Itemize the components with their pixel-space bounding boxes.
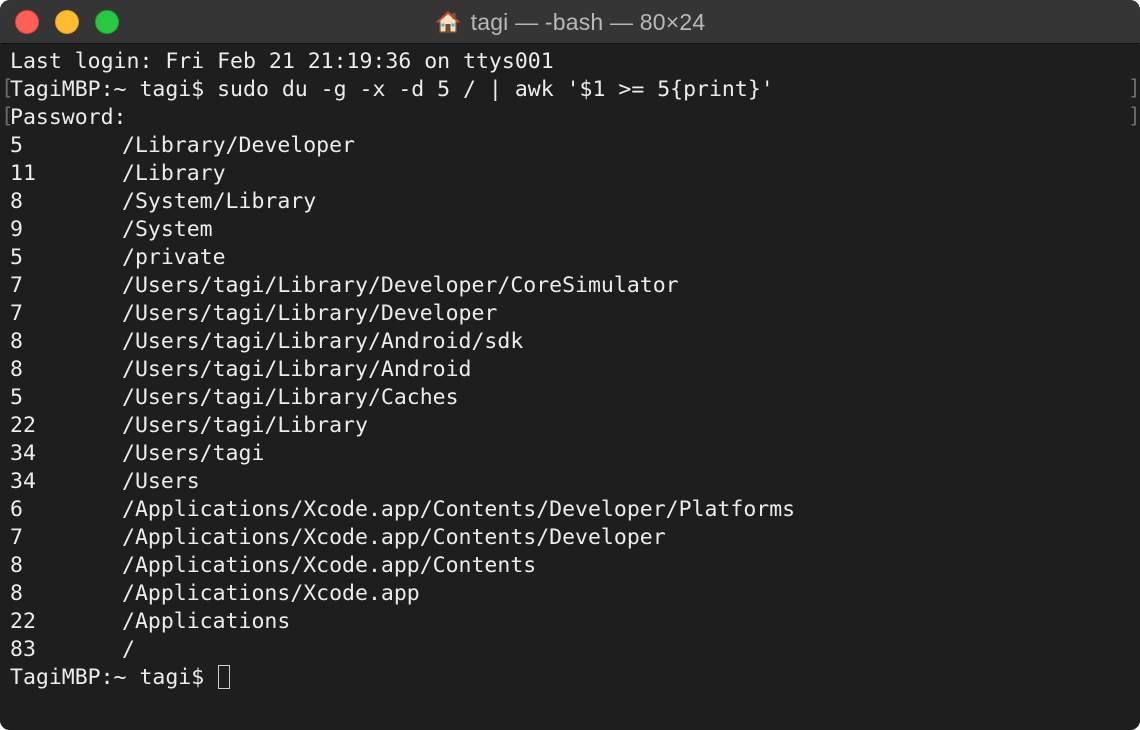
size-cell: 8: [10, 189, 23, 214]
size-cell: 8: [10, 329, 23, 354]
output-row: 22/Users/tagi/Library: [10, 412, 795, 440]
path-cell: /Applications/Xcode.app/Contents/Develop…: [122, 497, 796, 522]
size-cell: 8: [10, 357, 23, 382]
terminal-lines: Last login: Fri Feb 21 21:19:36 on ttys0…: [10, 48, 795, 692]
active-prompt-line[interactable]: TagiMBP:~ tagi$: [10, 664, 795, 692]
size-cell: 9: [10, 217, 23, 242]
title-bar[interactable]: tagi — -bash — 80×24: [0, 0, 1140, 44]
size-cell: 5: [10, 133, 23, 158]
text-cursor: [218, 665, 231, 689]
size-cell: 34: [10, 441, 36, 466]
password-prompt-line: Password:: [10, 105, 127, 130]
output-row: 5/Users/tagi/Library/Caches: [10, 384, 795, 412]
window-title: tagi — -bash — 80×24: [0, 0, 1140, 44]
size-cell: 11: [10, 161, 36, 186]
output-row: 7/Users/tagi/Library/Developer/CoreSimul…: [10, 272, 795, 300]
output-row: 5/private: [10, 244, 795, 272]
size-cell: 34: [10, 469, 36, 494]
output-row: 8/Users/tagi/Library/Android/sdk: [10, 328, 795, 356]
command-text: sudo du -g -x -d 5 / | awk '$1 >= 5{prin…: [217, 77, 774, 102]
path-cell: /Applications/Xcode.app/Contents: [122, 553, 537, 578]
mark-bracket-right: ]: [1128, 104, 1140, 128]
path-cell: /Users/tagi/Library/Caches: [122, 385, 459, 410]
size-cell: 83: [10, 637, 36, 662]
prompt: TagiMBP:~ tagi$: [10, 77, 218, 102]
path-cell: /private: [122, 245, 226, 270]
path-cell: /Applications: [122, 609, 291, 634]
output-row: 8/System/Library: [10, 188, 795, 216]
path-cell: /Users/tagi/Library/Android: [122, 357, 472, 382]
size-cell: 6: [10, 497, 23, 522]
output-row: 34/Users/tagi: [10, 440, 795, 468]
output-row: 83 /: [10, 636, 795, 664]
output-row: 34/Users: [10, 468, 795, 496]
last-login-line: Last login: Fri Feb 21 21:19:36 on ttys0…: [10, 49, 554, 74]
size-cell: 7: [10, 301, 23, 326]
size-cell: 7: [10, 525, 23, 550]
size-cell: 8: [10, 581, 23, 606]
window-title-text: tagi — -bash — 80×24: [470, 8, 706, 35]
output-row: 11/Library: [10, 160, 795, 188]
size-cell: 7: [10, 273, 23, 298]
terminal-output[interactable]: [ ] [ ] Last login: Fri Feb 21 21:19:36 …: [0, 45, 1140, 730]
path-cell: /Users/tagi: [122, 441, 265, 466]
output-row: 9/System: [10, 216, 795, 244]
size-cell: 8: [10, 553, 23, 578]
command-line: TagiMBP:~ tagi$ sudo du -g -x -d 5 / | a…: [10, 76, 795, 104]
path-cell: /: [122, 637, 135, 662]
output-row: 7/Users/tagi/Library/Developer: [10, 300, 795, 328]
output-row: 8/Applications/Xcode.app/Contents: [10, 552, 795, 580]
house-icon: [435, 9, 461, 35]
terminal-window: tagi — -bash — 80×24 [ ] [ ] Last login:…: [0, 0, 1140, 730]
path-cell: /Library: [122, 161, 226, 186]
size-cell: 22: [10, 413, 36, 438]
path-cell: /Applications/Xcode.app/Contents/Develop…: [122, 525, 666, 550]
mark-bracket-right: ]: [1128, 76, 1140, 100]
output-row: 5/Library/Developer: [10, 132, 795, 160]
output-row: 8/Users/tagi/Library/Android: [10, 356, 795, 384]
path-cell: /Applications/Xcode.app: [122, 581, 420, 606]
prompt: TagiMBP:~ tagi$: [10, 665, 218, 690]
size-cell: 22: [10, 609, 36, 634]
size-cell: 5: [10, 385, 23, 410]
output-row: 22/Applications: [10, 608, 795, 636]
output-row: 7/Applications/Xcode.app/Contents/Develo…: [10, 524, 795, 552]
size-cell: 5: [10, 245, 23, 270]
path-cell: /Users/tagi/Library/Developer: [122, 301, 498, 326]
output-row: 8/Applications/Xcode.app: [10, 580, 795, 608]
output-row: 6/Applications/Xcode.app/Contents/Develo…: [10, 496, 795, 524]
path-cell: /System/Library: [122, 189, 317, 214]
path-cell: /Users/tagi/Library/Android/sdk: [122, 329, 524, 354]
path-cell: /Users: [122, 469, 200, 494]
path-cell: /Library/Developer: [122, 133, 355, 158]
path-cell: /Users/tagi/Library: [122, 413, 368, 438]
path-cell: /Users/tagi/Library/Developer/CoreSimula…: [122, 273, 679, 298]
path-cell: /System: [122, 217, 213, 242]
